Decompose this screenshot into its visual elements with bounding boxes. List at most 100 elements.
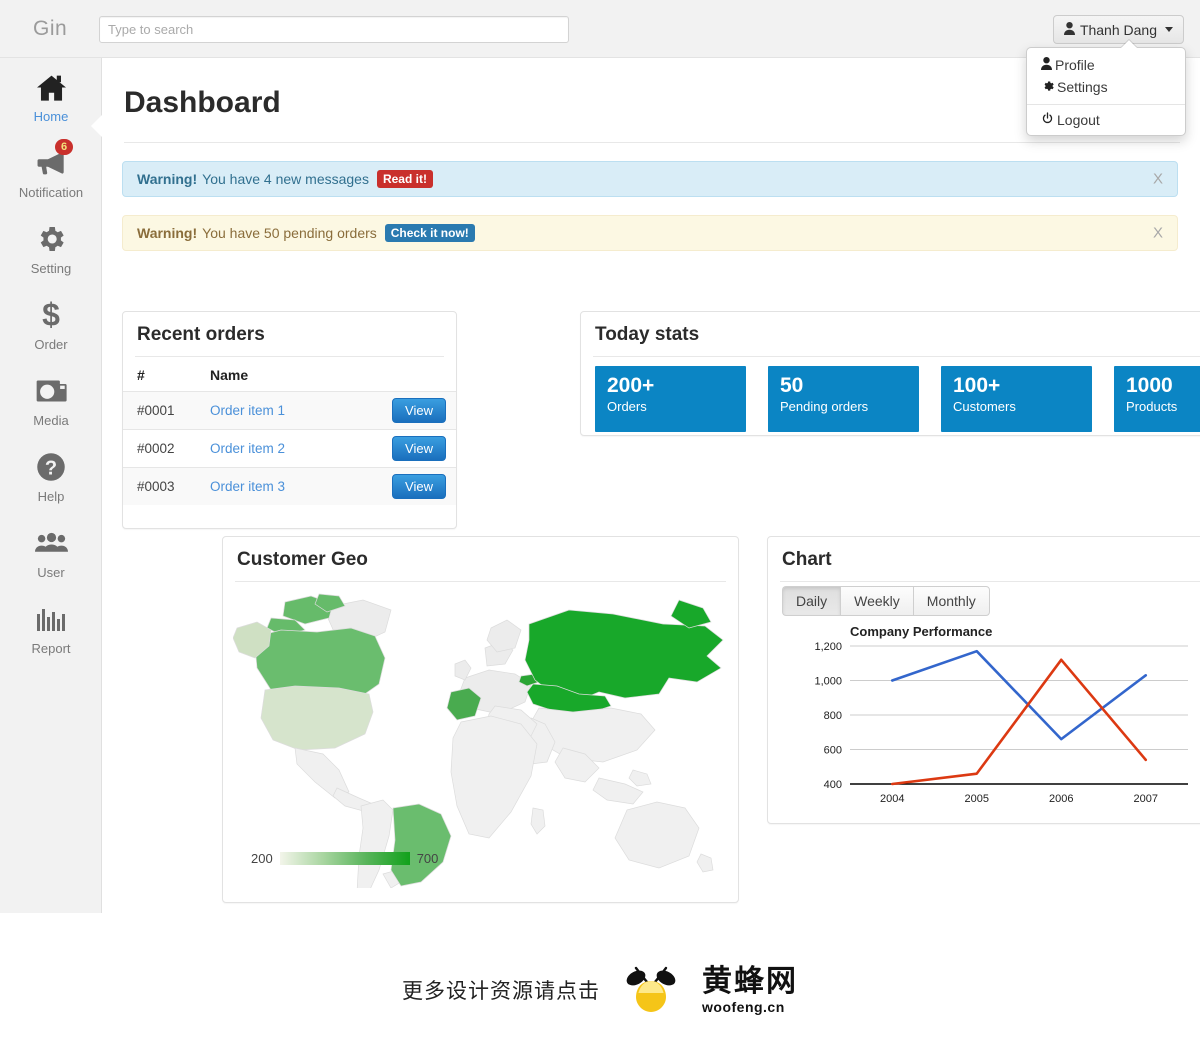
alert-messages[interactable]: Warning! You have 4 new messages Read it… (122, 161, 1178, 197)
order-link[interactable]: Order item 3 (210, 479, 285, 494)
table-row: #0002 Order item 2 View (123, 429, 456, 468)
sidebar-item-label: Setting (30, 261, 72, 276)
table-header-row: # Name (123, 359, 456, 392)
sidebar: Home 6 Notification Setting $ Order Medi… (0, 58, 102, 913)
sidebar-item-label: User (37, 565, 65, 580)
line-chart[interactable]: Company Performance 400 600 800 1,000 1,200 2… (768, 624, 1200, 834)
alert-action-button[interactable]: Check it now! (384, 224, 475, 242)
svg-text:?: ? (45, 458, 57, 480)
user-icon (1063, 21, 1075, 38)
cell-order-name: Order item 2 (198, 429, 335, 468)
menu-item-label: Logout (1057, 112, 1100, 128)
main-content: Dashboard Warning! You have 4 new messag… (91, 58, 1200, 913)
stat-label: Customers (953, 399, 1016, 414)
sidebar-item-home[interactable]: Home (0, 58, 102, 134)
tab-monthly[interactable]: Monthly (912, 586, 990, 616)
search-input[interactable] (99, 16, 569, 43)
chart-range-tabs: Daily Weekly Monthly (782, 586, 1200, 616)
sidebar-item-label: Home (33, 109, 69, 124)
sidebar-item-label: Order (34, 337, 68, 352)
notification-badge: 6 (55, 139, 74, 155)
gear-icon (1041, 79, 1054, 95)
camera-icon (35, 373, 68, 409)
svg-text:1,200: 1,200 (814, 641, 842, 653)
svg-text:$: $ (42, 299, 60, 331)
user-dropdown-menu[interactable]: Profile Settings Logout (1026, 39, 1186, 136)
app-brand: Gin (33, 17, 68, 40)
sidebar-item-notification[interactable]: 6 Notification (0, 134, 102, 210)
alert-strong: Warning! (137, 225, 198, 241)
user-menu-button[interactable]: Thanh Dang (1052, 15, 1184, 44)
svg-text:600: 600 (824, 745, 842, 757)
stat-tile-orders[interactable]: 200+ Orders (595, 366, 746, 432)
stat-tile-customers[interactable]: 100+ Customers (941, 366, 1092, 432)
view-button[interactable]: View (392, 474, 446, 499)
sidebar-item-label: Help (37, 489, 65, 504)
column-header-action (334, 359, 456, 392)
stat-tile-pending-orders[interactable]: 50 Pending orders (768, 366, 919, 432)
svg-text:2004: 2004 (880, 793, 904, 805)
svg-text:800: 800 (824, 710, 842, 722)
stat-tiles: 200+ Orders 50 Pending orders 100+ Custo… (581, 366, 1200, 432)
panel-divider (780, 581, 1200, 582)
stat-value: 200+ (607, 374, 655, 397)
legend-gradient (279, 852, 410, 865)
chart-panel: Chart Daily Weekly Monthly Company Perfo… (767, 536, 1200, 824)
chart-plot: 400 600 800 1,000 1,200 2004 2005 2006 2007 (814, 641, 1188, 805)
menu-divider (1027, 104, 1185, 105)
svg-text:2005: 2005 (965, 793, 989, 805)
tab-weekly[interactable]: Weekly (840, 586, 913, 616)
stat-tile-products[interactable]: 1000 Products (1114, 366, 1200, 432)
view-button[interactable]: View (392, 436, 446, 461)
alert-text: You have 4 new messages (202, 171, 369, 187)
cell-order-name: Order item 1 (198, 391, 335, 430)
watermark: 更多设计资源请点击 黄蜂网 woofeng.cn (0, 950, 1200, 1030)
chevron-down-icon (1165, 27, 1173, 32)
table-row: #0001 Order item 1 View (123, 391, 456, 430)
alert-action-button[interactable]: Read it! (376, 170, 433, 188)
panel-title: Recent orders (137, 324, 265, 345)
stat-value: 1000 (1126, 374, 1173, 397)
menu-item-settings[interactable]: Settings (1027, 76, 1185, 98)
power-icon (1041, 112, 1054, 128)
panel-divider (593, 356, 1200, 357)
alert-orders[interactable]: Warning! You have 50 pending orders Chec… (122, 215, 1178, 251)
title-divider (124, 142, 1180, 143)
sidebar-item-media[interactable]: Media (0, 362, 102, 438)
cell-order-id: #0002 (123, 429, 198, 468)
watermark-brand-url: woofeng.cn (702, 998, 785, 1015)
cell-order-action: View (334, 467, 456, 505)
watermark-brand: 黄蜂网 woofeng.cn (702, 966, 798, 1015)
gear-icon (35, 221, 67, 257)
menu-item-label: Profile (1055, 57, 1095, 73)
bar-chart-icon (36, 601, 66, 637)
world-map[interactable]: 200 700 (233, 588, 728, 888)
cell-order-name: Order item 3 (198, 467, 335, 505)
today-stats-panel: Today stats 200+ Orders 50 Pending order… (580, 311, 1200, 436)
svg-text:1,000: 1,000 (814, 676, 842, 688)
map-legend: 200 700 (251, 851, 438, 866)
bee-logo-icon (622, 962, 680, 1019)
close-icon[interactable]: X (1153, 225, 1163, 242)
menu-item-profile[interactable]: Profile (1027, 54, 1185, 76)
sidebar-item-user[interactable]: User (0, 514, 102, 590)
tab-daily[interactable]: Daily (782, 586, 841, 616)
alert-strong: Warning! (137, 171, 198, 187)
stat-label: Orders (607, 399, 647, 414)
sidebar-item-report[interactable]: Report (0, 590, 102, 666)
sidebar-item-help[interactable]: ? Help (0, 438, 102, 514)
sidebar-item-order[interactable]: $ Order (0, 286, 102, 362)
sidebar-item-setting[interactable]: Setting (0, 210, 102, 286)
order-link[interactable]: Order item 2 (210, 441, 285, 456)
close-icon[interactable]: X (1153, 171, 1163, 188)
question-circle-icon: ? (36, 449, 66, 485)
panel-title: Today stats (595, 324, 700, 345)
sidebar-item-label: Notification (18, 185, 84, 200)
view-button[interactable]: View (392, 398, 446, 423)
user-icon (1041, 57, 1052, 73)
stat-value: 50 (780, 374, 804, 397)
chart-title: Company Performance (850, 624, 993, 639)
user-name-label: Thanh Dang (1079, 21, 1157, 38)
order-link[interactable]: Order item 1 (210, 403, 285, 418)
menu-item-logout[interactable]: Logout (1027, 109, 1185, 131)
